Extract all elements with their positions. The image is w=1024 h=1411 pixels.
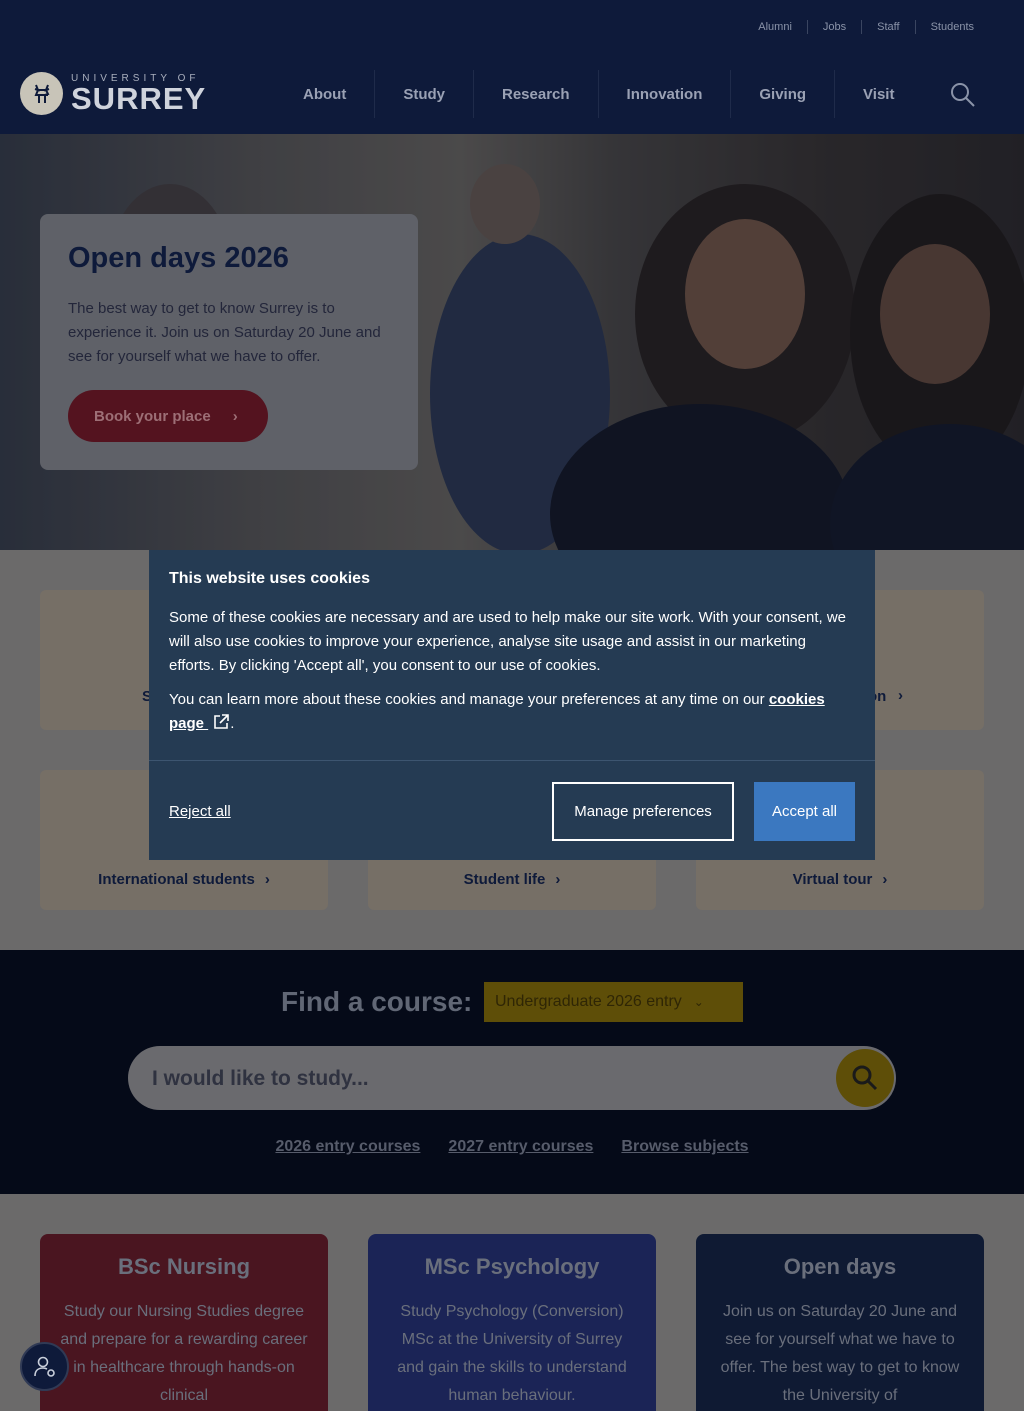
course-search-bar (128, 1046, 896, 1110)
search-icon[interactable] (948, 80, 978, 110)
find-course-section: Find a course: Undergraduate 2026 entry … (0, 950, 1024, 1194)
book-your-place-button[interactable]: Book your place › (68, 390, 268, 442)
nav-about[interactable]: About (275, 70, 374, 118)
promo-title: MSc Psychology (424, 1254, 600, 1279)
cookie-learn-more-end: . (230, 715, 235, 732)
quick-link-label: Virtual tour (792, 871, 873, 888)
entry-type-select[interactable]: Undergraduate 2026 entry ⌄ (484, 982, 743, 1022)
stag-seal-icon (20, 72, 63, 115)
chevron-right-icon: › (555, 871, 561, 888)
logo-big-text: SURREY (71, 81, 207, 116)
link-2027-entry[interactable]: 2027 entry courses (448, 1138, 593, 1156)
cookie-learn-more-text: You can learn more about these cookies a… (169, 691, 765, 708)
site-header: Alumni Jobs Staff Students UNIVERSITY OF… (0, 0, 1024, 134)
user-settings-icon (33, 1356, 55, 1377)
promo-section: BSc Nursing Study our Nursing Studies de… (0, 1194, 1024, 1411)
manage-preferences-button[interactable]: Manage preferences (552, 782, 734, 841)
promo-card-open-days[interactable]: Open days Join us on Saturday 20 June an… (696, 1234, 984, 1411)
entry-type-value: Undergraduate 2026 entry (495, 993, 682, 1010)
accept-all-button[interactable]: Accept all (754, 782, 855, 841)
open-days-card: Open days 2026 The best way to get to kn… (40, 214, 418, 470)
university-logo[interactable]: UNIVERSITY OF SURREY (20, 72, 206, 115)
utility-nav: Alumni Jobs Staff Students (743, 20, 989, 34)
utility-link-staff[interactable]: Staff (861, 20, 914, 34)
book-button-label: Book your place (94, 407, 211, 425)
nav-giving[interactable]: Giving (730, 70, 834, 118)
course-search-button[interactable] (836, 1049, 894, 1107)
nav-visit[interactable]: Visit (834, 70, 922, 118)
chevron-right-icon: › (232, 407, 238, 425)
external-link-icon (214, 714, 229, 729)
reject-all-button[interactable]: Reject all (169, 803, 231, 820)
utility-link-alumni[interactable]: Alumni (743, 20, 807, 34)
cookie-consent-dialog: This website uses cookies Some of these … (149, 550, 875, 860)
hero-title: Open days 2026 (68, 242, 289, 274)
link-browse-subjects[interactable]: Browse subjects (621, 1138, 748, 1156)
promo-title: BSc Nursing (117, 1254, 251, 1279)
nav-research[interactable]: Research (473, 70, 598, 118)
promo-text: Study Psychology (Conversion) MSc at the… (397, 1303, 627, 1404)
quick-link-label: International students (98, 871, 255, 888)
chevron-down-icon: ⌄ (693, 995, 704, 1009)
promo-text: Join us on Saturday 20 June and see for … (720, 1303, 960, 1404)
chevron-right-icon: › (264, 871, 270, 888)
utility-link-jobs[interactable]: Jobs (806, 20, 861, 34)
find-course-title: Find a course: (281, 986, 473, 1017)
promo-card-psychology[interactable]: MSc Psychology Study Psychology (Convers… (368, 1234, 656, 1411)
cookie-actions: Reject all Manage preferences Accept all (149, 761, 875, 860)
utility-link-students[interactable]: Students (914, 20, 989, 34)
nav-innovation[interactable]: Innovation (597, 70, 731, 118)
promo-card-nursing[interactable]: BSc Nursing Study our Nursing Studies de… (40, 1234, 328, 1411)
search-icon (852, 1065, 878, 1091)
promo-title: Open days (783, 1254, 897, 1279)
hero-banner: Open days 2026 The best way to get to kn… (0, 134, 1024, 550)
chevron-right-icon: › (898, 687, 903, 704)
quick-link-label: Student life (463, 871, 546, 888)
promo-text: Study our Nursing Studies degree and pre… (60, 1303, 308, 1404)
course-search-input[interactable] (152, 1064, 802, 1094)
course-links: 2026 entry courses 2027 entry courses Br… (0, 1138, 1024, 1156)
chevron-right-icon: › (882, 871, 888, 888)
accessibility-settings-button[interactable] (20, 1342, 69, 1391)
main-nav: About Study Research Innovation Giving V… (275, 70, 922, 118)
link-2026-entry[interactable]: 2026 entry courses (275, 1138, 420, 1156)
nav-study[interactable]: Study (374, 70, 473, 118)
cookie-description: Some of these cookies are necessary and … (169, 609, 847, 674)
hero-text: The best way to get to know Surrey is to… (68, 300, 381, 365)
cookie-learn-more: You can learn more about these cookies a… (169, 688, 855, 736)
cookie-title: This website uses cookies (169, 570, 370, 587)
